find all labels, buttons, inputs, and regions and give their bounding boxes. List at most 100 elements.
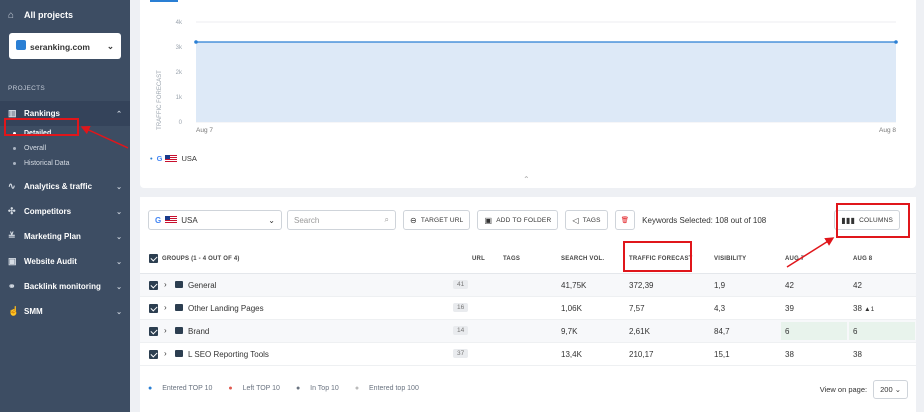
folder-icon xyxy=(175,304,183,311)
aug7-position: 6 xyxy=(781,322,847,340)
row-checkbox[interactable] xyxy=(149,327,158,336)
collapse-chevron-icon[interactable]: ⌃ xyxy=(523,175,530,184)
header-aug7[interactable]: AUG 7 xyxy=(785,256,804,262)
y-tick-label: 3k xyxy=(176,45,183,51)
table-row[interactable]: › General 41 41,75K 372,39 1,9 42 42 xyxy=(140,274,916,297)
legend-item: ● Entered top 100 xyxy=(354,385,419,392)
traffic-forecast-value: 7,57 xyxy=(629,304,645,313)
sidebar-item-label: SMM xyxy=(24,307,43,316)
pulse-icon: ∿ xyxy=(8,181,16,191)
aug8-position: 42 xyxy=(853,281,862,290)
search-input[interactable]: Search ⌕ xyxy=(287,210,396,230)
table-header: GROUPS (1 - 4 OUT OF 4) URL TAGS SEARCH … xyxy=(140,244,916,274)
keyword-count-badge: 41 xyxy=(453,280,469,289)
data-point xyxy=(894,40,898,44)
sub-label: Historical Data xyxy=(24,160,70,167)
page-size-select[interactable]: 200 ⌄ xyxy=(873,380,908,399)
delete-button[interactable]: 🗑 xyxy=(614,210,636,230)
pagination: View on page: 200 ⌄ xyxy=(820,380,908,399)
home-icon: ⌂ xyxy=(8,9,15,21)
tags-button[interactable]: ◁ TAGS xyxy=(565,210,608,230)
aug7-position: 39 xyxy=(785,304,794,313)
x-tick-label: Aug 8 xyxy=(879,127,896,134)
group-name[interactable]: Brand xyxy=(188,327,209,336)
highlight-box xyxy=(836,203,910,238)
domain-select[interactable]: seranking.com ⌄ xyxy=(9,33,121,59)
sidebar-item-website-audit[interactable]: ▣ Website Audit ⌄ xyxy=(0,249,130,274)
traffic-forecast-value: 210,17 xyxy=(629,350,654,359)
selected-count: Keywords Selected: 108 out of 108 xyxy=(642,215,767,225)
legend-item: ● Entered TOP 10 xyxy=(148,385,213,392)
header-url[interactable]: URL xyxy=(472,256,485,262)
competitors-icon: ✣ xyxy=(8,206,16,216)
header-search-vol[interactable]: SEARCH VOL. xyxy=(561,256,604,262)
table-row[interactable]: › Other Landing Pages 16 1,06K 7,57 4,3 39 38 ▲… xyxy=(140,297,916,320)
expand-chevron-icon[interactable]: › xyxy=(164,280,167,289)
legend-item: ● In Top 10 xyxy=(295,385,339,392)
visibility-value: 84,7 xyxy=(714,327,730,336)
trash-icon: 🗑 xyxy=(620,217,630,224)
google-icon: G xyxy=(156,154,163,163)
sidebar-sub-overall[interactable]: Overall xyxy=(0,141,130,156)
keyword-count-badge: 16 xyxy=(453,303,469,312)
aug7-position: 38 xyxy=(785,350,794,359)
expand-chevron-icon[interactable]: › xyxy=(164,326,167,335)
header-tags[interactable]: TAGS xyxy=(503,256,520,262)
add-to-folder-button[interactable]: ▣ ADD TO FOLDER xyxy=(477,210,559,230)
chevron-down-icon: ⌄ xyxy=(116,233,122,241)
traffic-forecast-value: 372,39 xyxy=(629,281,654,290)
table-row[interactable]: › L SEO Reporting Tools 37 13,4K 210,17 15,1 3… xyxy=(140,343,916,366)
select-all-checkbox[interactable] xyxy=(149,254,158,263)
chevron-down-icon: ⌄ xyxy=(116,183,122,191)
sidebar-item-analytics[interactable]: ∿ Analytics & traffic ⌄ xyxy=(0,174,130,199)
toolbar: G USA ⌄ Search ⌕ ⊖ TARGET URL ▣ ADD TO FOLD… xyxy=(148,209,908,231)
row-checkbox[interactable] xyxy=(149,304,158,313)
search-vol-value: 1,06K xyxy=(561,304,582,313)
expand-chevron-icon[interactable]: › xyxy=(164,349,167,358)
group-name[interactable]: L SEO Reporting Tools xyxy=(188,350,269,359)
sidebar-item-label: Rankings xyxy=(24,109,61,118)
expand-chevron-icon[interactable]: › xyxy=(164,303,167,312)
sidebar-item-competitors[interactable]: ✣ Competitors ⌄ xyxy=(0,199,130,224)
chart-y-label: TRAFFIC FORECAST xyxy=(157,70,163,130)
all-projects-link[interactable]: ⌂ All projects xyxy=(0,0,130,30)
header-groups[interactable]: GROUPS (1 - 4 OUT OF 4) xyxy=(162,256,240,262)
chevron-down-icon: ⌄ xyxy=(116,308,122,316)
marketing-plan-icon: ≚ xyxy=(8,231,16,241)
legend-label: USA xyxy=(181,154,197,163)
country-select[interactable]: G USA ⌄ xyxy=(148,210,282,230)
aug7-position: 42 xyxy=(785,281,794,290)
chevron-down-icon: ⌄ xyxy=(116,258,122,266)
chevron-down-icon: ⌄ xyxy=(116,208,122,216)
keywords-table: GROUPS (1 - 4 OUT OF 4) URL TAGS SEARCH … xyxy=(140,244,916,366)
folder-icon xyxy=(175,350,183,357)
visibility-value: 15,1 xyxy=(714,350,730,359)
header-aug8[interactable]: AUG 8 xyxy=(853,256,872,262)
chevron-down-icon: ⌄ xyxy=(268,215,275,225)
keyword-count-badge: 37 xyxy=(453,349,469,358)
search-placeholder: Search xyxy=(294,215,320,225)
group-name[interactable]: Other Landing Pages xyxy=(188,304,264,313)
traffic-forecast-value: 2,61K xyxy=(629,327,650,336)
chevron-down-icon: ⌄ xyxy=(116,283,122,291)
sidebar-item-marketing-plan[interactable]: ≚ Marketing Plan ⌄ xyxy=(0,224,130,249)
row-checkbox[interactable] xyxy=(149,281,158,290)
target-url-button[interactable]: ⊖ TARGET URL xyxy=(403,210,471,230)
search-vol-value: 13,4K xyxy=(561,350,582,359)
group-name[interactable]: General xyxy=(188,281,216,290)
header-visibility[interactable]: VISIBILITY xyxy=(714,256,746,262)
row-checkbox[interactable] xyxy=(149,350,158,359)
sidebar-item-smm[interactable]: ☝ SMM ⌄ xyxy=(0,299,130,324)
folder-icon xyxy=(175,327,183,334)
sidebar: ⌂ All projects seranking.com ⌄ PROJECTS … xyxy=(0,0,130,412)
audit-icon: ▣ xyxy=(8,256,17,266)
sidebar-item-backlink[interactable]: ⚭ Backlink monitoring ⌄ xyxy=(0,274,130,299)
chevron-up-icon: ⌃ xyxy=(116,110,122,118)
table-row[interactable]: › Brand 14 9,7K 2,61K 84,7 6 6 xyxy=(140,320,916,343)
sidebar-sub-historical[interactable]: Historical Data xyxy=(0,156,130,171)
y-tick-label: 1k xyxy=(176,95,183,101)
add-folder-label: ADD TO FOLDER xyxy=(496,216,552,224)
aug8-position: 38 xyxy=(853,350,862,359)
keyword-count-badge: 14 xyxy=(453,326,469,335)
country-label: USA xyxy=(181,215,198,225)
